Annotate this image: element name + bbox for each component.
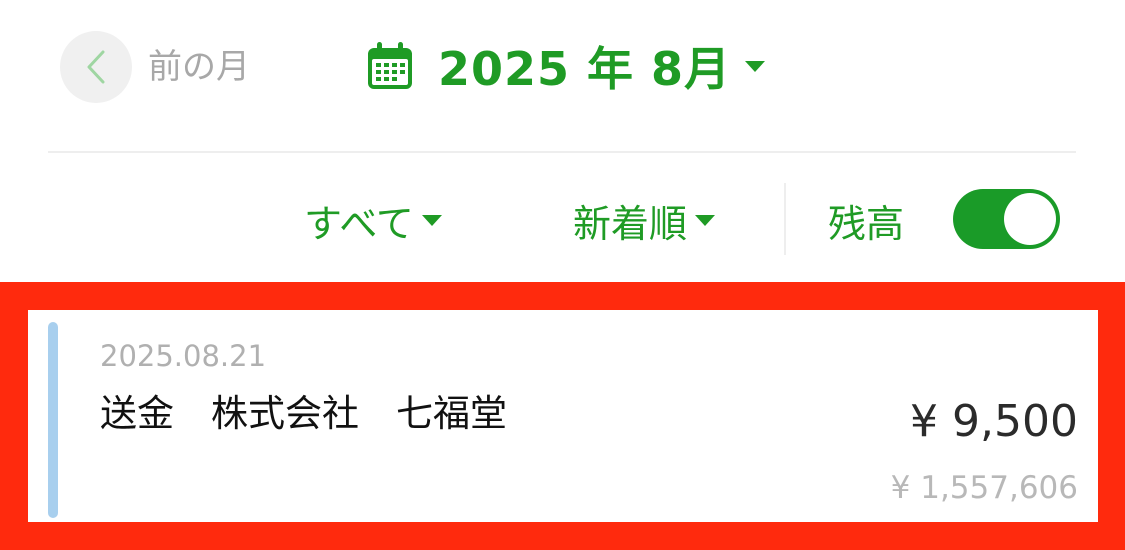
prev-month-button[interactable] <box>60 31 132 103</box>
sort-order-dropdown[interactable]: 新着順 <box>573 192 716 248</box>
chevron-left-icon <box>87 50 105 84</box>
transaction-history-screen: 前の月 2025 年 8月 すべて 新着順 残高 2025.08.21 送金 株… <box>0 0 1125 550</box>
category-filter-label: すべて <box>304 201 414 246</box>
transaction-date: 2025.08.21 <box>100 339 267 373</box>
transaction-amount: ¥ 9,500 <box>910 396 1078 447</box>
toggle-knob <box>1004 193 1056 245</box>
balance-toggle[interactable] <box>953 189 1060 249</box>
sort-order-label: 新着順 <box>573 201 688 246</box>
caret-down-icon <box>421 214 442 226</box>
transaction-list-item[interactable]: 2025.08.21 送金 株式会社 七福堂 ¥ 9,500 ¥ 1,557,6… <box>28 310 1098 522</box>
category-filter-dropdown[interactable]: すべて <box>304 192 442 248</box>
calendar-icon <box>368 42 412 89</box>
transaction-description: 送金 株式会社 七福堂 <box>100 392 507 435</box>
caret-down-icon <box>695 214 716 226</box>
filter-divider <box>784 183 786 255</box>
prev-month-label[interactable]: 前の月 <box>148 44 250 90</box>
header-divider <box>48 151 1076 153</box>
transaction-balance: ¥ 1,557,606 <box>890 470 1078 506</box>
balance-toggle-label: 残高 <box>828 201 905 246</box>
caret-down-icon <box>745 60 766 72</box>
month-picker[interactable]: 2025 年 8月 <box>366 34 766 98</box>
transaction-accent-bar <box>48 322 58 518</box>
month-label: 2025 年 8月 <box>438 42 732 96</box>
